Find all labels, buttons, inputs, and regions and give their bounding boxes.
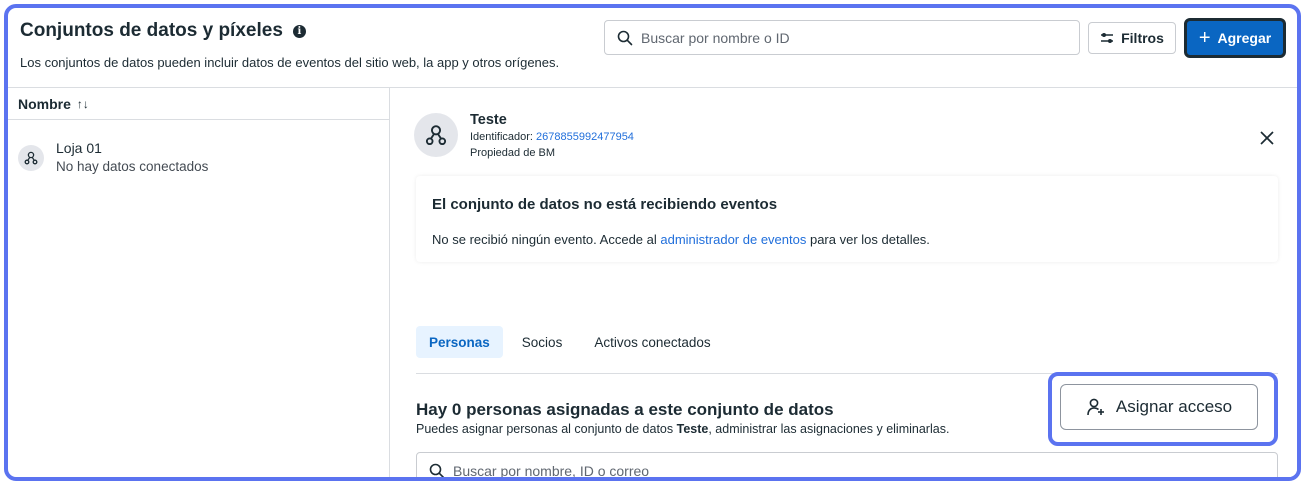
close-button[interactable] [1257, 128, 1277, 148]
dataset-id-row: Identificador: 2678855992477954 [470, 131, 634, 143]
detail-tabs: Personas Socios Activos conectados [416, 326, 724, 358]
dataset-id-link[interactable]: 2678855992477954 [536, 131, 634, 143]
people-search-box[interactable] [416, 452, 1278, 477]
alert-text-after: para ver los detalles. [806, 232, 930, 247]
filters-button[interactable]: Filtros [1088, 22, 1176, 54]
filters-label: Filtros [1121, 30, 1164, 46]
title-row: Conjuntos de datos y píxeles i [20, 20, 306, 42]
search-box[interactable] [604, 20, 1080, 55]
list-item-text: Loja 01 No hay datos conectados [56, 140, 208, 174]
add-button[interactable]: + Agregar [1184, 18, 1286, 58]
dataset-icon [18, 145, 44, 171]
alert-text: No se recibió ningún evento. Accede al a… [432, 232, 930, 247]
list-item[interactable]: Loja 01 No hay datos conectados [18, 140, 208, 174]
add-label: Agregar [1217, 30, 1272, 46]
people-description: Puedes asignar personas al conjunto de d… [416, 422, 949, 436]
add-person-icon [1087, 398, 1104, 416]
no-events-alert: El conjunto de datos no está recibiendo … [416, 176, 1278, 262]
events-manager-link[interactable]: administrador de eventos [660, 232, 806, 247]
alert-text-before: No se recibió ningún evento. Accede al [432, 232, 661, 247]
assign-access-button[interactable]: Asignar acceso [1060, 384, 1258, 430]
sort-icon[interactable]: ↑↓ [77, 97, 89, 111]
list-item-title: Loja 01 [56, 140, 102, 156]
assign-access-label: Asignar acceso [1115, 397, 1233, 416]
search-icon [429, 463, 445, 477]
close-icon [1260, 131, 1274, 145]
list-item-subtitle: No hay datos conectados [56, 159, 209, 174]
column-header-label: Nombre [18, 95, 71, 112]
tab-personas[interactable]: Personas [416, 326, 503, 358]
dataset-icon [414, 113, 458, 157]
people-desc-dataset: Teste [676, 422, 709, 436]
search-icon [617, 30, 633, 45]
alert-title: El conjunto de datos no está recibiendo … [432, 196, 778, 213]
search-input[interactable] [641, 29, 1057, 46]
tab-activos-conectados[interactable]: Activos conectados [581, 326, 723, 358]
people-search-input[interactable] [453, 463, 1217, 477]
people-desc-after: , administrar las asignaciones y elimina… [708, 422, 950, 436]
tab-socios[interactable]: Socios [509, 326, 576, 358]
dataset-owner: Propiedad de BM [470, 147, 555, 159]
dataset-id-label: Identificador: [470, 131, 533, 143]
page-subtitle: Los conjuntos de datos pueden incluir da… [20, 55, 560, 70]
sliders-icon [1101, 33, 1114, 43]
page-header: Conjuntos de datos y píxeles i Los conju… [8, 8, 1297, 88]
plus-icon: + [1198, 27, 1211, 49]
people-desc-before: Puedes asignar personas al conjunto de d… [416, 422, 677, 436]
page-title: Conjuntos de datos y píxeles [20, 20, 283, 41]
people-title: Hay 0 personas asignadas a este conjunto… [416, 400, 834, 419]
dataset-list-panel: Nombre ↑↓ Loja 01 No hay datos conectado… [8, 88, 390, 477]
dataset-name: Teste [470, 112, 507, 128]
name-column-header[interactable]: Nombre ↑↓ [8, 88, 389, 120]
info-icon[interactable]: i [292, 24, 306, 38]
app-frame: Conjuntos de datos y píxeles i Los conju… [4, 4, 1301, 481]
dataset-detail-panel: Teste Identificador: 2678855992477954 Pr… [390, 88, 1297, 477]
